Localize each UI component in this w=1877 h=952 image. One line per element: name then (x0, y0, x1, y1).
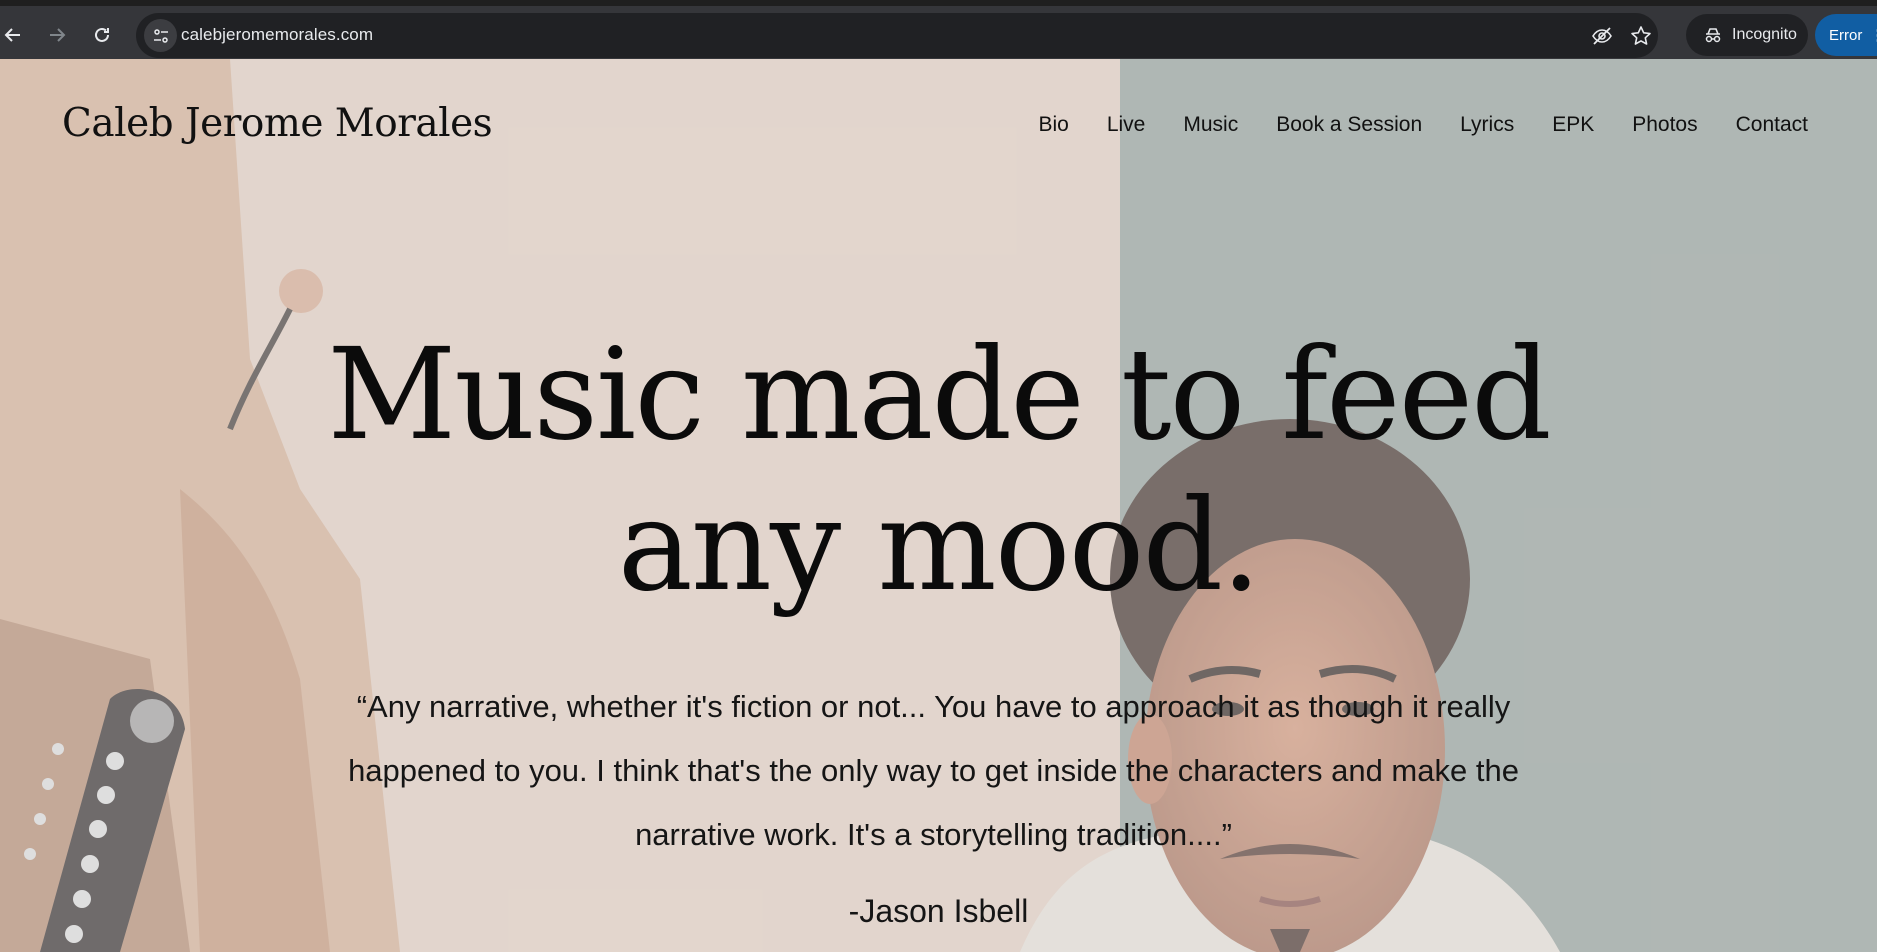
hero-heading: Music made to feed any mood. (0, 319, 1877, 621)
hero-quote: “Any narrative, whether it's fiction or … (348, 689, 1519, 852)
webpage: Caleb Jerome Morales Bio Live Music Book… (0, 59, 1877, 952)
url-text[interactable]: calebjeromemorales.com (181, 25, 373, 45)
hero-heading-line-2: any mood. (617, 472, 1261, 619)
reload-icon[interactable] (79, 12, 125, 58)
eye-off-icon[interactable] (1588, 22, 1616, 50)
hero-heading-line-1: Music made to feed (327, 321, 1552, 468)
error-label: Error (1829, 26, 1863, 44)
main-navigation: Bio Live Music Book a Session Lyrics EPK… (1038, 113, 1808, 137)
nav-link-lyrics[interactable]: Lyrics (1460, 113, 1514, 137)
incognito-badge[interactable]: Incognito (1686, 14, 1808, 56)
profile-error-button[interactable]: Error ⋮ (1815, 14, 1877, 56)
incognito-icon (1705, 28, 1721, 43)
nav-link-epk[interactable]: EPK (1552, 113, 1594, 137)
nav-link-book-a-session[interactable]: Book a Session (1276, 113, 1422, 137)
star-icon[interactable] (1627, 22, 1655, 50)
site-info-icon[interactable] (144, 19, 177, 52)
incognito-label: Incognito (1732, 26, 1797, 43)
nav-link-music[interactable]: Music (1183, 113, 1238, 137)
back-icon[interactable] (0, 12, 36, 58)
quote-attribution: -Jason Isbell (848, 893, 1029, 929)
nav-link-live[interactable]: Live (1107, 113, 1146, 137)
forward-icon[interactable] (34, 12, 80, 58)
nav-link-photos[interactable]: Photos (1632, 113, 1697, 137)
nav-link-contact[interactable]: Contact (1736, 113, 1808, 137)
nav-link-bio[interactable]: Bio (1038, 113, 1068, 137)
browser-toolbar: calebjeromemorales.com Incognito Error ⋮ (0, 0, 1877, 59)
address-bar[interactable]: calebjeromemorales.com (136, 13, 1658, 58)
site-title[interactable]: Caleb Jerome Morales (62, 101, 493, 146)
more-icon[interactable]: ⋮ (1870, 26, 1877, 44)
